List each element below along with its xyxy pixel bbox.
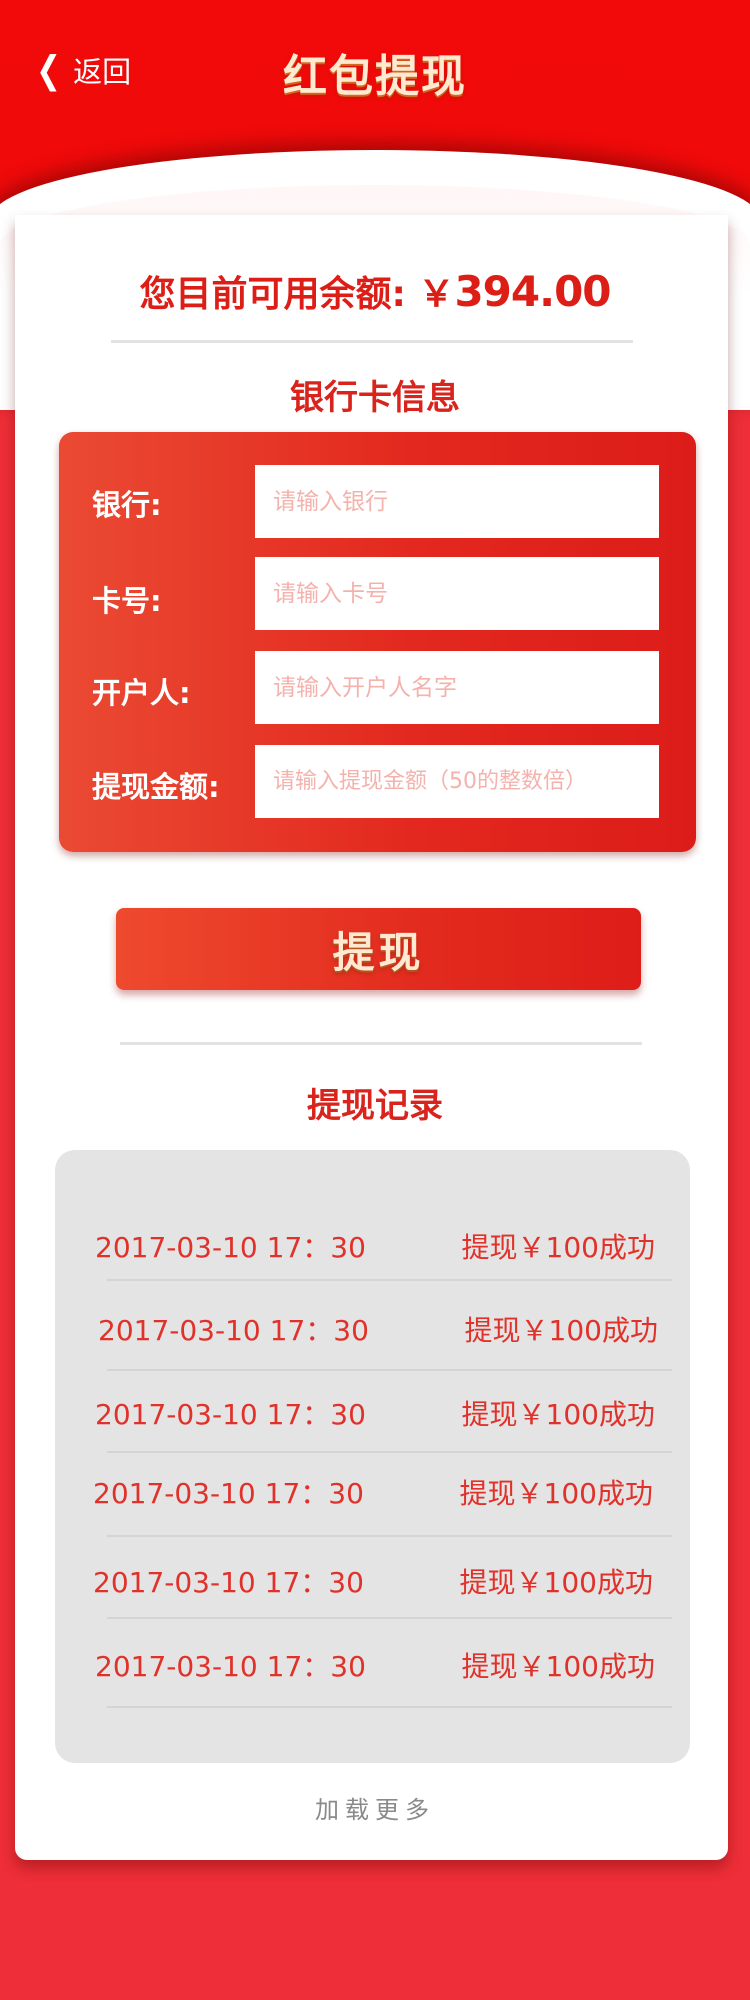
page-title: 红包提现 <box>283 51 467 102</box>
record-result: 提现￥100成功 <box>461 1398 655 1431</box>
record-divider <box>107 1369 672 1371</box>
record-row: 2017-03-10 17：30 提现￥100成功 <box>93 1556 653 1606</box>
record-result: 提现￥100成功 <box>459 1477 653 1510</box>
record-row: 2017-03-10 17：30 提现￥100成功 <box>98 1304 658 1354</box>
record-time: 2017-03-10 17：30 <box>98 1314 369 1347</box>
record-row: 2017-03-10 17：30 提现￥100成功 <box>95 1640 655 1690</box>
record-row: 2017-03-10 17：30 提现￥100成功 <box>93 1467 653 1517</box>
bank-info-title: 银行卡信息 <box>290 378 460 418</box>
load-more-button[interactable]: 加载更多 <box>0 1790 750 1825</box>
account-holder-input[interactable] <box>255 651 659 724</box>
record-row: 2017-03-10 17：30 提现￥100成功 <box>95 1221 655 1271</box>
card-number-label: 卡号: <box>92 584 162 618</box>
card-number-input[interactable] <box>255 557 659 630</box>
withdraw-amount-label: 提现金额: <box>92 770 220 804</box>
account-holder-label: 开户人: <box>92 676 191 710</box>
record-divider <box>107 1279 672 1281</box>
record-row: 2017-03-10 17：30 提现￥100成功 <box>95 1388 655 1438</box>
record-result: 提现￥100成功 <box>464 1314 658 1347</box>
record-result: 提现￥100成功 <box>461 1231 655 1264</box>
record-time: 2017-03-10 17：30 <box>93 1566 364 1599</box>
record-divider <box>107 1617 672 1619</box>
bank-label: 银行: <box>92 488 162 522</box>
record-time: 2017-03-10 17：30 <box>95 1650 366 1683</box>
available-balance: 您目前可用余额: ￥394.00 <box>0 265 750 317</box>
records-title: 提现记录 <box>307 1086 443 1126</box>
record-divider <box>107 1706 672 1708</box>
record-time: 2017-03-10 17：30 <box>95 1398 366 1431</box>
record-time: 2017-03-10 17：30 <box>93 1477 364 1510</box>
record-result: 提现￥100成功 <box>461 1650 655 1683</box>
record-time: 2017-03-10 17：30 <box>95 1231 366 1264</box>
record-divider <box>107 1535 672 1537</box>
record-result: 提现￥100成功 <box>459 1566 653 1599</box>
balance-currency: ￥ <box>418 274 455 315</box>
record-divider <box>107 1451 672 1453</box>
withdraw-amount-input[interactable] <box>255 745 659 818</box>
balance-divider <box>111 340 633 343</box>
records-divider <box>120 1042 642 1045</box>
withdraw-button[interactable]: 提现 <box>116 908 641 990</box>
balance-amount: 394.00 <box>454 267 611 316</box>
balance-label: 您目前可用余额: <box>139 274 419 315</box>
bank-input[interactable] <box>255 465 659 538</box>
